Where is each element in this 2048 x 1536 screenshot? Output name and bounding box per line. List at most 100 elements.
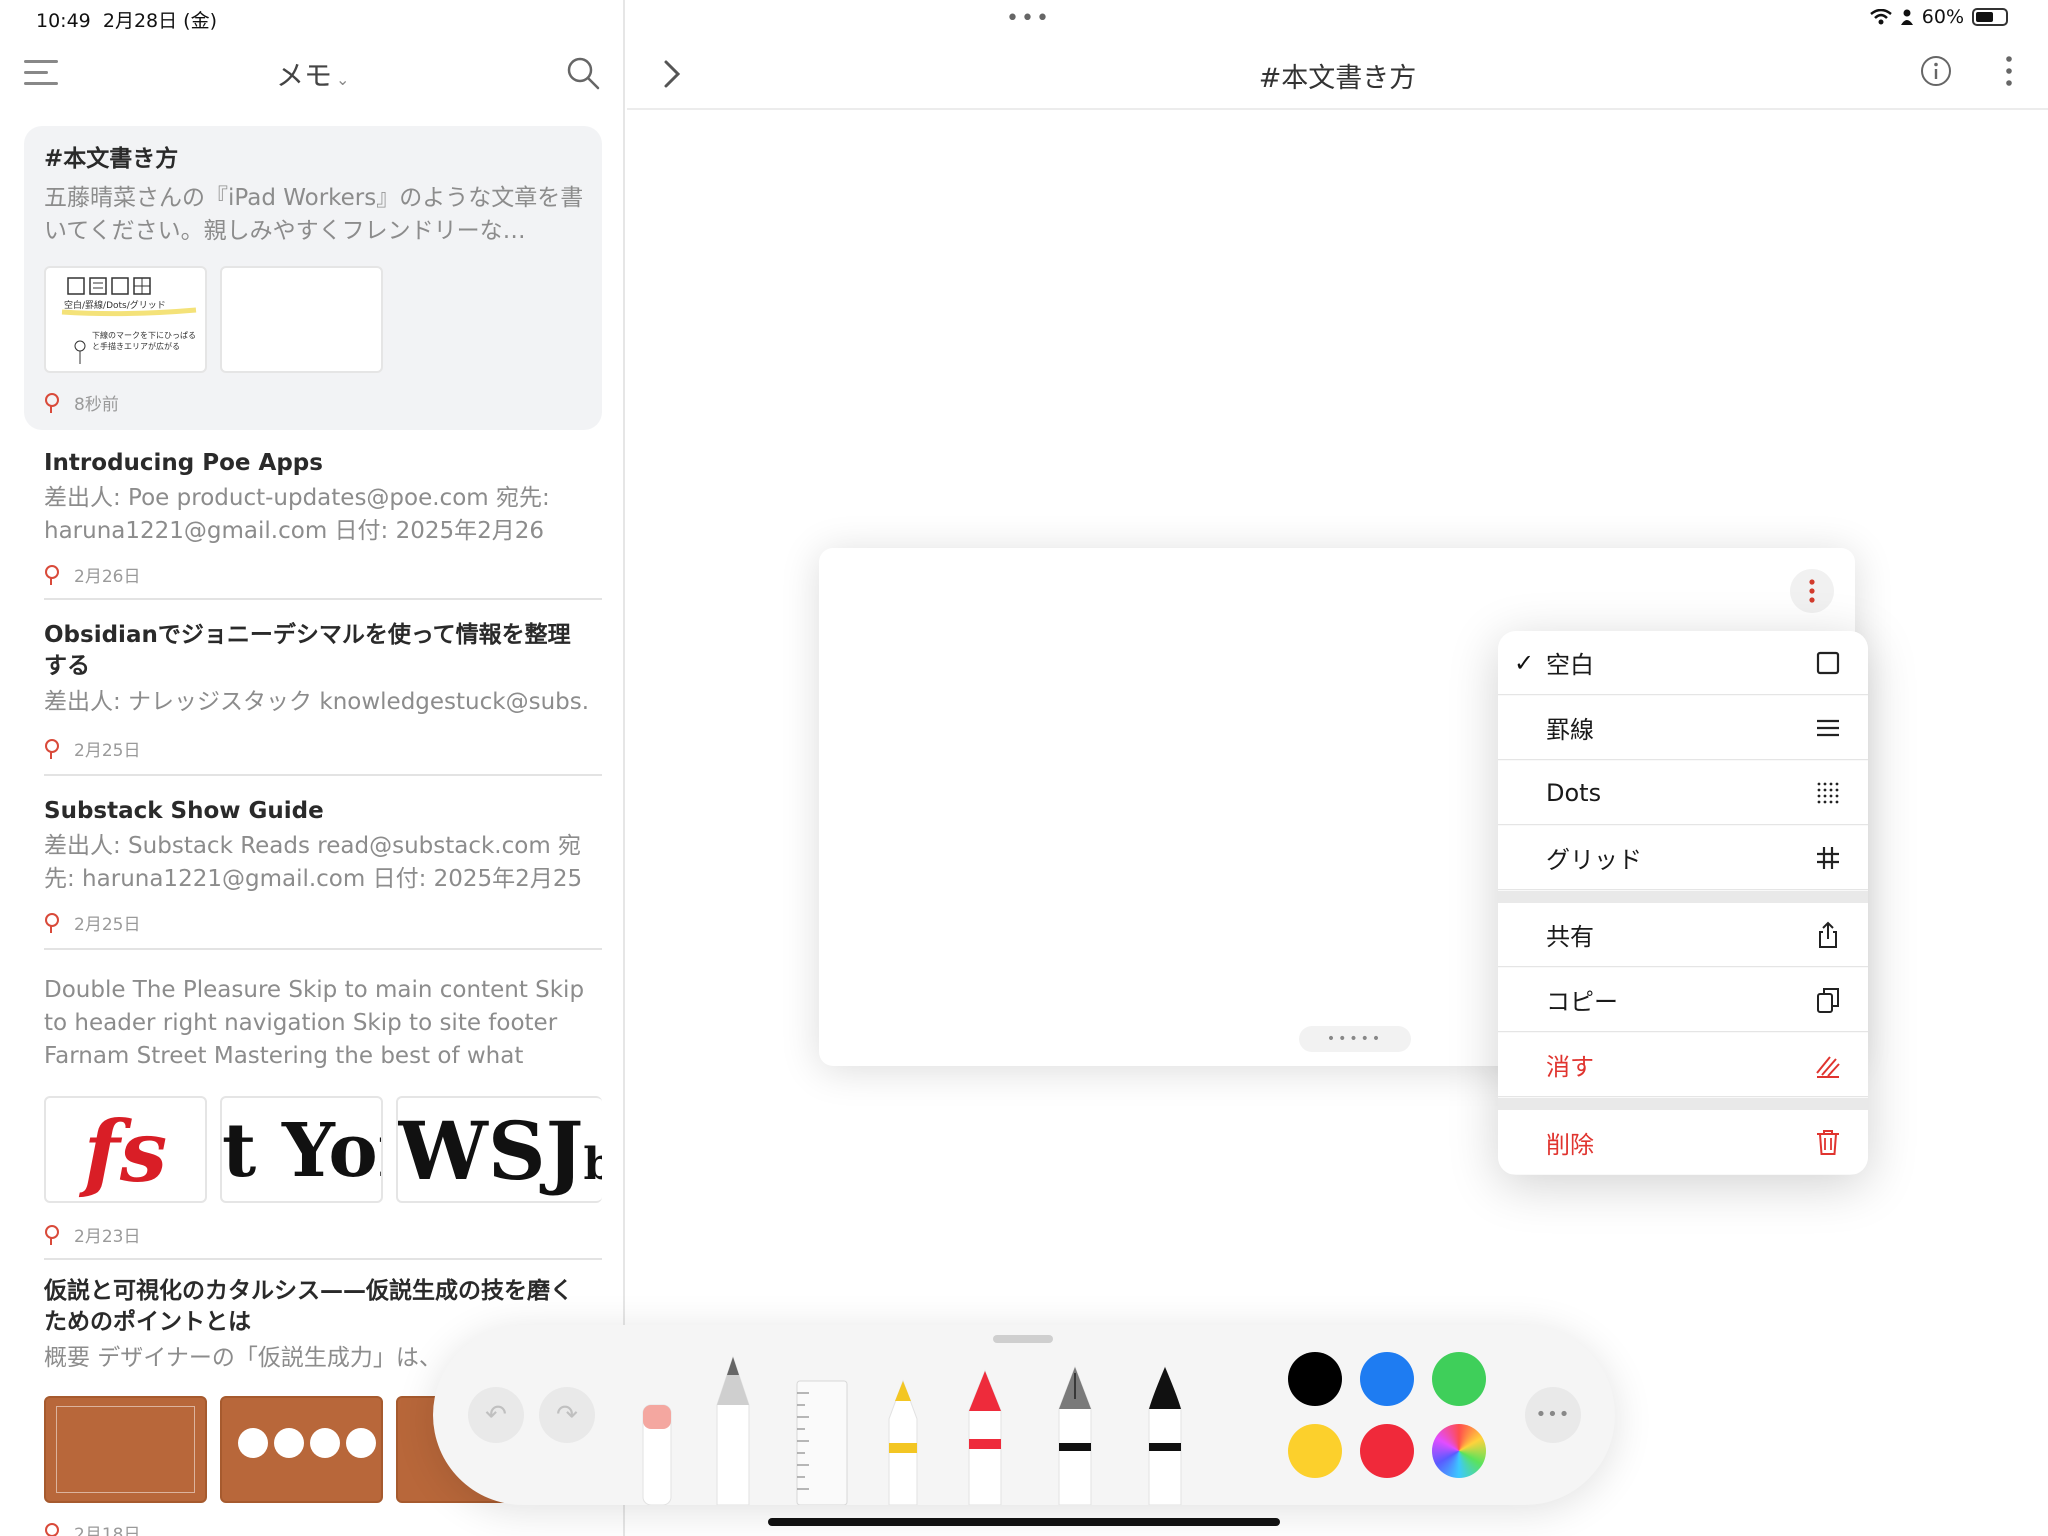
blank-thumbnail (220, 266, 383, 373)
fountain-pen-tool[interactable] (1053, 1365, 1097, 1505)
hash-icon (1817, 847, 1839, 869)
color-swatch[interactable] (1360, 1424, 1414, 1478)
chevron-down-icon: ⌄ (336, 70, 350, 89)
marker-tool[interactable] (963, 1369, 1007, 1505)
search-icon[interactable] (566, 56, 600, 90)
check-icon: ✓ (1514, 648, 1535, 677)
menu-separator (1498, 1098, 1868, 1110)
drawing-toolbar: ↶ ↷ ••• (433, 1325, 1615, 1505)
canvas-context-menu: ✓ 空白 罫線 Dots グリッド 共有 コピー 消す 削除 (1498, 631, 1868, 1175)
brush-pen-tool[interactable] (1143, 1365, 1187, 1505)
note-title: Substack Show Guide (44, 798, 324, 824)
sketch-caption: 空白/罫線/Dots/グリッド (64, 301, 166, 311)
undo-button[interactable]: ↶ (468, 1387, 524, 1443)
menu-separator (1498, 891, 1868, 903)
note-preview: Double The Pleasure Skip to main content… (44, 977, 585, 1069)
divider (44, 948, 602, 950)
lines-icon (1817, 719, 1839, 737)
more-vertical-icon[interactable] (1999, 54, 2019, 88)
color-wheel-swatch[interactable] (1432, 1424, 1486, 1478)
note-meta: 2月25日 (44, 736, 140, 761)
list-item[interactable]: Introducing Poe Apps 差出人: Poe product-up… (24, 444, 602, 604)
fs-logo: fs (83, 1102, 168, 1201)
note-meta: 2月25日 (44, 910, 140, 935)
sidebar-header: メモ ⌄ (0, 40, 625, 106)
pin-icon (44, 392, 59, 413)
color-swatch[interactable] (1432, 1352, 1486, 1406)
menu-item-share[interactable]: 共有 (1498, 903, 1868, 967)
pencil-tool[interactable] (713, 1355, 753, 1505)
logo-thumbnail: fs (44, 1096, 207, 1203)
copy-icon (1817, 988, 1839, 1013)
note-meta: 8秒前 (44, 390, 119, 415)
resize-handle[interactable]: ••••• (1299, 1026, 1411, 1052)
more-vertical-icon[interactable] (1790, 569, 1834, 613)
info-icon[interactable] (1919, 54, 1953, 88)
menu-item-label: Dots (1546, 778, 1602, 807)
color-swatch[interactable] (1288, 1352, 1342, 1406)
note-time: 8秒前 (74, 395, 119, 415)
menu-item-dots[interactable]: Dots (1498, 761, 1868, 825)
pin-icon (44, 1224, 59, 1245)
square-icon (1816, 651, 1840, 675)
note-time: 2月25日 (74, 741, 141, 761)
share-icon (1819, 921, 1837, 948)
pin-icon (44, 1522, 59, 1536)
pin-icon (44, 912, 59, 933)
eraser-tool[interactable] (639, 1385, 675, 1505)
note-preview: 差出人: Poe product-updates@poe.com 宛先: har… (44, 485, 550, 544)
menu-item-ruled[interactable]: 罫線 (1498, 696, 1868, 760)
logo-thumbnail: WSJb (396, 1096, 602, 1203)
sketch-thumbnail: 空白/罫線/Dots/グリッド 下線のマークを下にひっぱると手描きエリアが広がる (44, 266, 207, 373)
menu-item-label: 削除 (1546, 1130, 1594, 1159)
note-meta: 2月26日 (44, 562, 140, 587)
menu-item-erase[interactable]: 消す (1498, 1033, 1868, 1097)
menu-item-label: 消す (1546, 1053, 1594, 1081)
eraser-icon (1816, 1056, 1840, 1078)
note-meta: 2月18日 (44, 1520, 140, 1536)
home-indicator (768, 1518, 1280, 1526)
dots-grid-icon (1817, 782, 1839, 804)
wsj-logo: WSJb (398, 1104, 602, 1198)
menu-icon[interactable] (24, 60, 58, 86)
logo-thumbnail: t Yor (220, 1096, 383, 1203)
list-item[interactable]: Obsidianでジョニーデシマルを使って情報を整理する 差出人: ナレッジスタ… (24, 620, 602, 790)
highlighter-tool[interactable] (883, 1379, 923, 1505)
menu-item-grid[interactable]: グリッド (1498, 826, 1868, 890)
folder-title[interactable]: メモ ⌄ (276, 54, 349, 94)
menu-item-label: グリッド (1546, 846, 1642, 874)
pin-icon (44, 738, 59, 759)
sketch-caption: 下線のマークを下にひっぱると手描きエリアが広がる (92, 331, 196, 351)
note-time: 2月23日 (74, 1227, 141, 1247)
note-preview: 差出人: Substack Reads read@substack.com 宛先… (44, 833, 583, 892)
ruler-tool[interactable] (795, 1379, 849, 1505)
list-item[interactable]: #本文書き方 五藤晴菜さんの『iPad Workers』のような文章を書いてくだ… (24, 126, 602, 430)
list-item[interactable]: Substack Show Guide 差出人: Substack Reads … (24, 796, 602, 966)
color-swatch[interactable] (1360, 1352, 1414, 1406)
menu-item-label: コピー (1546, 988, 1618, 1016)
sidebar: メモ ⌄ #本文書き方 五藤晴菜さんの『iPad Workers』のような文章を書… (0, 0, 625, 1536)
book-thumbnail (220, 1396, 383, 1503)
note-preview: 五藤晴菜さんの『iPad Workers』のような文章を書いてください。親しみや… (44, 185, 584, 244)
divider (44, 1258, 602, 1260)
note-meta: 2月23日 (44, 1222, 140, 1247)
color-swatch[interactable] (1288, 1424, 1342, 1478)
redo-button[interactable]: ↷ (539, 1387, 595, 1443)
book-thumbnail (44, 1396, 207, 1503)
trash-icon (1817, 1130, 1839, 1155)
divider (44, 774, 602, 776)
note-time: 2月26日 (74, 567, 141, 587)
divider (44, 598, 602, 600)
note-title: Introducing Poe Apps (44, 450, 323, 476)
nyt-logo: t Yor (222, 1108, 381, 1194)
menu-item-delete[interactable]: 削除 (1498, 1110, 1868, 1174)
document-title: #本文書き方 (1258, 63, 1417, 94)
menu-item-copy[interactable]: コピー (1498, 968, 1868, 1032)
menu-item-label: 罫線 (1546, 716, 1594, 744)
note-title: #本文書き方 (44, 146, 179, 172)
note-time: 2月25日 (74, 915, 141, 935)
status-time: 10:49 2月28日 (金) (36, 10, 217, 32)
more-options-button[interactable]: ••• (1525, 1387, 1581, 1443)
menu-item-blank[interactable]: ✓ 空白 (1498, 631, 1868, 695)
toolbar-grabber[interactable] (993, 1335, 1053, 1343)
